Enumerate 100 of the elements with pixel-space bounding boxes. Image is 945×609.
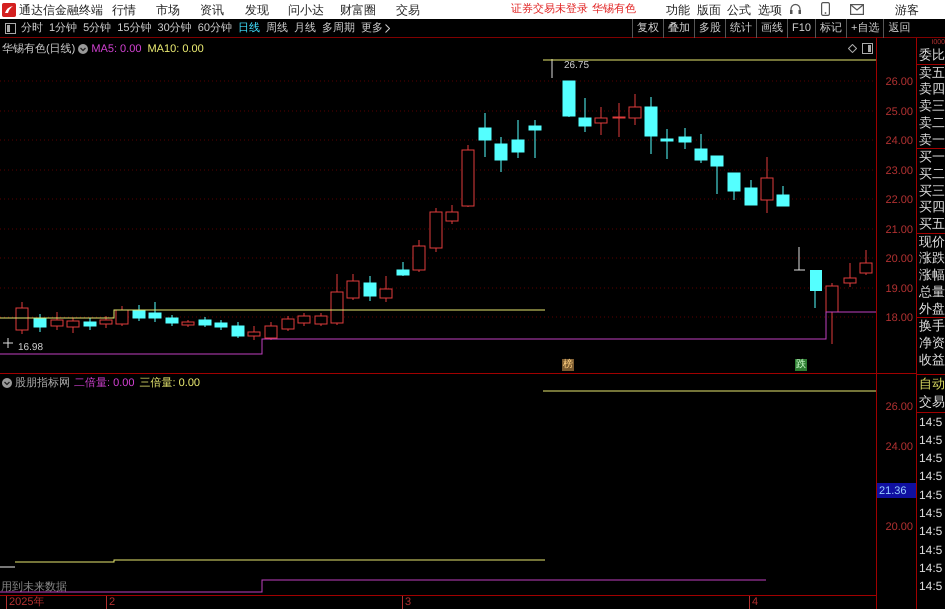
quote-label: 卖四	[918, 81, 945, 98]
trade-time: 14:5	[918, 523, 944, 540]
app-title: 通达信金融终端	[19, 2, 104, 18]
candlestick	[248, 326, 260, 340]
toolbar-button[interactable]: 画线	[756, 19, 787, 38]
trade-label: 交易	[917, 393, 945, 413]
quote-label: 外盘	[918, 300, 945, 318]
menu-item[interactable]: 功能	[666, 0, 690, 18]
login-status: 证券交易未登录	[511, 2, 588, 18]
candlestick	[462, 144, 474, 208]
quote-label: 换手	[917, 317, 945, 335]
menu-item[interactable]: 财富圈	[340, 0, 376, 18]
indicator-value: 三倍量: 0.00	[140, 376, 200, 391]
mail-icon[interactable]	[850, 4, 864, 15]
period-tab[interactable]: 1分钟	[49, 20, 78, 36]
candlestick	[612, 102, 626, 138]
candlestick	[644, 96, 658, 154]
short-line	[0, 566, 16, 568]
menu-item[interactable]: 行情	[112, 0, 136, 18]
candlestick	[16, 302, 28, 334]
period-tab[interactable]: 60分钟	[198, 20, 232, 36]
quote-label: 卖五	[917, 64, 945, 82]
indicator-value: 二倍量: 0.00	[74, 376, 135, 391]
axis-label: 19.00	[885, 282, 913, 297]
quote-label: 现价	[917, 232, 945, 250]
quote-label: 买四	[918, 199, 945, 216]
toolbar-button[interactable]: 统计	[725, 19, 756, 38]
candlestick	[396, 262, 410, 276]
trade-label: 自动	[918, 375, 945, 393]
candlestick	[744, 180, 758, 206]
ma10-value: MA10: 0.00	[147, 42, 204, 57]
candlestick	[232, 322, 244, 338]
candlestick	[628, 94, 642, 126]
period-tab[interactable]: 5分钟	[83, 20, 112, 36]
candlestick	[478, 112, 492, 158]
candlestick	[562, 80, 576, 118]
chart-title: 华锡有色(日线)	[2, 42, 76, 57]
date-label: 4	[749, 596, 758, 609]
quote-label: 收益	[918, 352, 945, 368]
candlestick	[710, 156, 724, 194]
candlestick	[264, 322, 278, 340]
panel-toggle-icon[interactable]	[5, 22, 16, 34]
candlestick	[282, 316, 294, 332]
headset-icon[interactable]	[789, 3, 802, 16]
candlestick	[494, 136, 508, 172]
panel-toggle-icon[interactable]	[862, 43, 873, 54]
period-tab[interactable]: 多周期	[322, 20, 355, 36]
dropdown-icon[interactable]	[78, 44, 88, 54]
menu-item[interactable]: 发现	[245, 0, 269, 18]
user-name[interactable]: 游客	[895, 0, 919, 18]
dropdown-icon[interactable]	[2, 378, 12, 388]
candlestick	[760, 156, 774, 214]
phone-icon[interactable]	[821, 2, 830, 16]
candlestick	[314, 312, 328, 326]
menu-item[interactable]: 版面	[697, 0, 721, 18]
axis-label: 18.00	[885, 311, 913, 326]
candlestick	[512, 120, 524, 158]
menu-item[interactable]: 问小达	[288, 0, 324, 18]
candlestick	[346, 274, 360, 300]
candlestick	[528, 120, 542, 158]
quote-label: 卖三	[918, 98, 945, 115]
menu-item[interactable]: 市场	[156, 0, 180, 18]
axis-label: 21.00	[885, 223, 913, 238]
period-tab[interactable]: 月线	[294, 20, 316, 36]
menu-item[interactable]: 选项	[758, 0, 782, 18]
quote-label: 买一	[917, 148, 945, 166]
toolbar-button[interactable]: 多股	[694, 19, 725, 38]
warning-note: 用到未来数据	[1, 580, 67, 595]
candlestick	[2, 338, 14, 348]
toolbar-button[interactable]: 标记	[814, 19, 846, 38]
toolbar-button[interactable]: 返回	[883, 19, 914, 38]
toolbar-button[interactable]: +自选	[846, 19, 884, 38]
toolbar-button[interactable]: 复权	[632, 19, 663, 38]
menu-item[interactable]: 公式	[727, 0, 751, 18]
trade-time: 14:5	[918, 432, 944, 449]
period-tab[interactable]: 分时	[21, 20, 43, 36]
period-tab[interactable]: 更多	[361, 20, 390, 36]
candlestick	[446, 204, 458, 224]
candlestick	[34, 314, 46, 332]
trade-time: 14:5	[918, 505, 944, 522]
period-tab[interactable]: 15分钟	[117, 20, 152, 36]
quote-label: 涨跌	[918, 250, 945, 268]
toolbar-button[interactable]: 叠加	[663, 19, 694, 38]
trade-time: 14:5	[918, 486, 944, 504]
low-price-label: 16.98	[18, 341, 44, 355]
period-tab[interactable]: 日线	[238, 20, 260, 36]
candlestick	[578, 98, 592, 132]
period-tab[interactable]: 30分钟	[158, 20, 192, 36]
quote-label: 买三	[918, 182, 945, 200]
date-label: 2025年	[6, 596, 44, 609]
period-tab[interactable]: 周线	[266, 20, 288, 36]
menu-item[interactable]: 资讯	[200, 0, 224, 18]
candlestick	[728, 172, 740, 200]
trade-time: 14:5	[918, 578, 944, 596]
menu-item[interactable]: 交易	[396, 0, 420, 18]
candlestick	[380, 276, 392, 302]
diamond-icon[interactable]	[848, 44, 857, 53]
candlestick	[298, 312, 310, 326]
candlestick	[694, 134, 708, 164]
toolbar-button[interactable]: F10	[787, 19, 815, 38]
